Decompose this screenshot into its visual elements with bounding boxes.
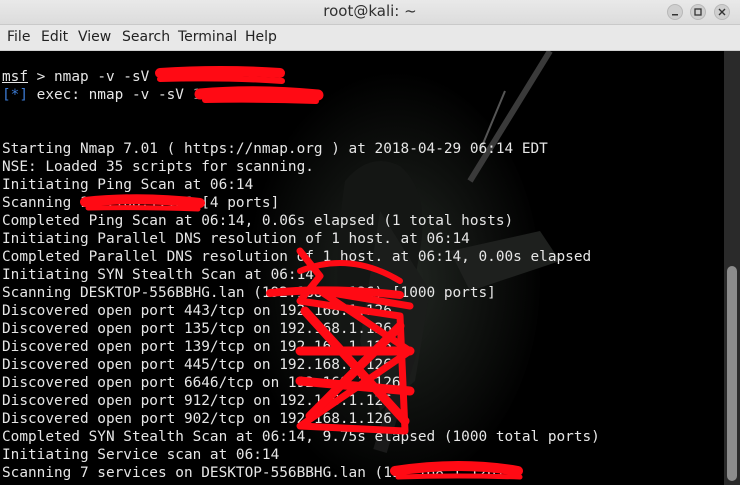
output-line: Discovered open port 6646/tcp on 192.168…	[2, 375, 401, 391]
prompt-separator: >	[28, 69, 54, 85]
vertical-scrollbar[interactable]	[724, 51, 740, 485]
minimize-button[interactable]	[667, 4, 683, 20]
output-line: Initiating SYN Stealth Scan at 06:14	[2, 267, 314, 283]
output-line: Scanning 7 services on DESKTOP-556BBHG.l…	[2, 465, 505, 481]
menu-edit[interactable]: Edit	[41, 29, 68, 45]
terminal-window: root@kali: ~ File Edit View Search Termi…	[0, 0, 740, 485]
output-line: Initiating Parallel DNS resolution of 1 …	[2, 231, 470, 247]
terminal-output[interactable]: msf > nmap -v -sV 192.168.1.1 [*] exec: n…	[0, 51, 724, 485]
output-line: Discovered open port 445/tcp on 192.168.…	[2, 357, 392, 373]
window-title: root@kali: ~	[323, 2, 417, 20]
menu-view[interactable]: View	[78, 29, 111, 45]
minimize-icon	[672, 14, 678, 16]
exec-line: [*] exec: nmap -v -sV 192.168.1.126	[2, 86, 600, 104]
command-line: msf > nmap -v -sV 192.168.1.1	[2, 68, 600, 86]
menu-file[interactable]: File	[7, 29, 30, 45]
menu-help[interactable]: Help	[245, 29, 277, 45]
output-line: Initiating Ping Scan at 06:14	[2, 177, 254, 193]
output-line: Scanning 192.168.1.126 [4 ports]	[2, 195, 280, 211]
redacted-ip: 192.168.1.126	[192, 87, 306, 103]
output-line: Initiating Service scan at 06:14	[2, 447, 280, 463]
output-line: Discovered open port 902/tcp on 192.168.…	[2, 411, 392, 427]
menu-terminal[interactable]: Terminal	[178, 29, 237, 45]
terminal-text: msf > nmap -v -sV 192.168.1.1 [*] exec: n…	[2, 68, 600, 482]
close-button[interactable]	[714, 4, 730, 20]
output-line: Discovered open port 135/tcp on 192.168.…	[2, 321, 392, 337]
redacted-ip: 192.168.1.1	[157, 69, 254, 85]
output-line: Completed SYN Stealth Scan at 06:14, 9.7…	[2, 429, 600, 445]
output-line: NSE: Loaded 35 scripts for scanning.	[2, 159, 314, 175]
menu-search[interactable]: Search	[122, 29, 170, 45]
maximize-icon	[694, 8, 702, 16]
output-line: Completed Parallel DNS resolution of 1 h…	[2, 249, 592, 265]
maximize-button[interactable]	[690, 4, 706, 20]
output-line: Discovered open port 443/tcp on 192.168.…	[2, 303, 392, 319]
output-line: Scanning DESKTOP-556BBHG.lan (192.168.1.…	[2, 285, 496, 301]
exec-text: exec: nmap -v -sV	[28, 87, 193, 103]
output-line: Starting Nmap 7.01 ( https://nmap.org ) …	[2, 141, 548, 157]
output-line: Discovered open port 139/tcp on 192.168.…	[2, 339, 392, 355]
output-line: Completed Ping Scan at 06:14, 0.06s elap…	[2, 213, 514, 229]
close-icon	[718, 8, 726, 16]
title-bar[interactable]: root@kali: ~	[0, 0, 740, 25]
exec-marker: [*]	[2, 87, 28, 103]
scrollbar-thumb[interactable]	[727, 266, 737, 481]
menu-bar: File Edit View Search Terminal Help	[0, 25, 740, 51]
output-line: Discovered open port 912/tcp on 192.168.…	[2, 393, 392, 409]
msf-prompt: msf	[2, 69, 28, 85]
command-text: nmap -v -sV	[54, 69, 158, 85]
